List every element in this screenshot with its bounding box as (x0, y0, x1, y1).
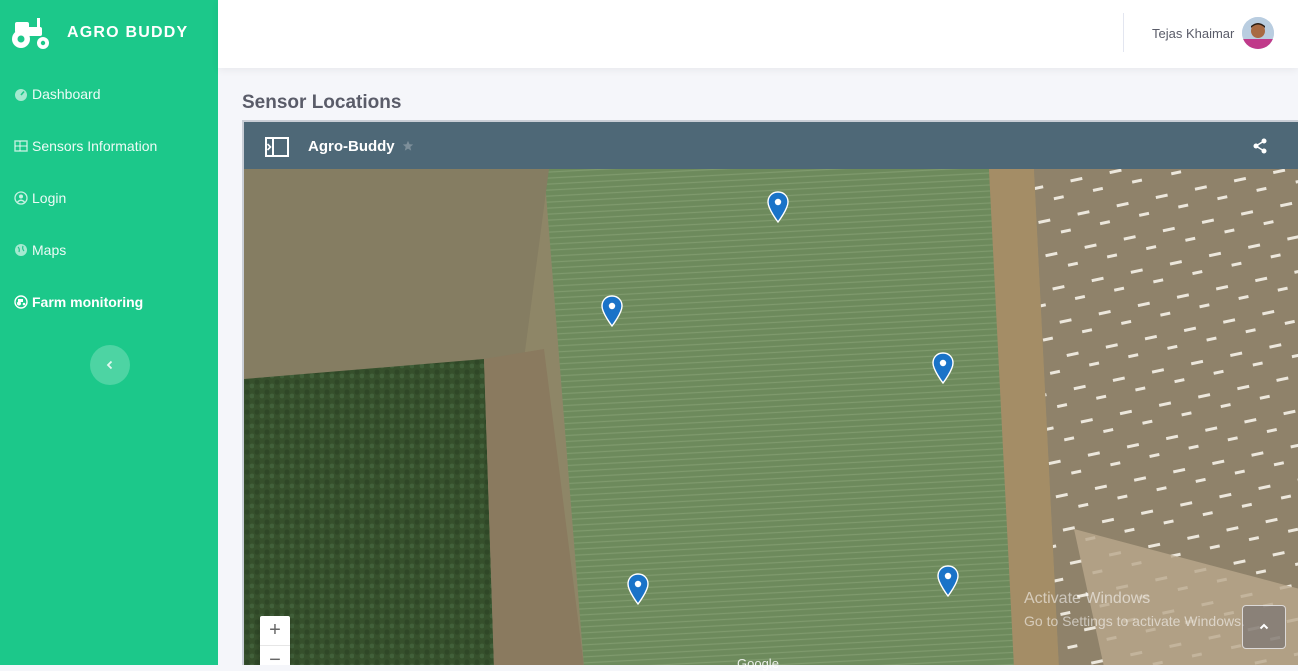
sidebar-item-login[interactable]: Login (14, 185, 66, 211)
sidebar: AGRO BUDDY Dashboard Sensors Information… (0, 0, 218, 665)
map-title: Agro-Buddy (308, 138, 395, 155)
brand[interactable]: AGRO BUDDY (0, 0, 218, 66)
sidebar-item-label: Farm monitoring (32, 294, 144, 310)
tractor-icon (12, 18, 49, 49)
share-icon[interactable] (1252, 138, 1268, 154)
sensor-marker-2[interactable] (601, 295, 623, 327)
zoom-control: + − (260, 616, 290, 665)
map-header: Agro-Buddy (244, 122, 1298, 169)
sidebar-item-label: Dashboard (32, 86, 101, 102)
google-attribution: Google (737, 656, 779, 671)
user-name[interactable]: Tejas Khaimar (1152, 26, 1234, 41)
topbar: Tejas Khaimar (218, 0, 1298, 68)
sidebar-item-farm-monitoring[interactable]: Farm monitoring (14, 289, 143, 315)
sensor-marker-5[interactable] (937, 565, 959, 597)
sidebar-item-sensors-information[interactable]: Sensors Information (14, 133, 157, 159)
user-avatar-image (1242, 17, 1274, 49)
tractor-mini-icon (14, 295, 28, 309)
globe-icon (15, 244, 27, 256)
gauge-icon (15, 89, 27, 101)
sidebar-toggle-button[interactable] (90, 345, 130, 385)
activate-windows-watermark: Activate Windows Go to Settings to activ… (1024, 588, 1245, 632)
user-circle-icon (14, 191, 28, 205)
chevron-up-icon (1259, 623, 1269, 630)
sidebar-item-maps[interactable]: Maps (14, 237, 66, 263)
brand-name: AGRO BUDDY (67, 24, 189, 41)
avatar[interactable] (1242, 17, 1274, 49)
scroll-to-top-button[interactable] (1242, 605, 1286, 649)
sensor-marker-3[interactable] (932, 352, 954, 384)
zoom-out-button[interactable]: − (260, 646, 290, 665)
table-icon (14, 140, 28, 152)
sidebar-item-dashboard[interactable]: Dashboard (14, 81, 101, 107)
sensor-marker-1[interactable] (767, 191, 789, 223)
sidebar-item-label: Sensors Information (32, 138, 158, 154)
zoom-in-button[interactable]: + (260, 616, 290, 646)
sidebar-panel-icon[interactable] (265, 137, 289, 157)
chevron-left-icon (106, 360, 113, 370)
star-icon[interactable] (402, 140, 414, 152)
topbar-divider (1123, 13, 1124, 52)
sensor-marker-4[interactable] (627, 573, 649, 605)
sidebar-item-label: Maps (32, 242, 67, 258)
watermark-subtitle: Go to Settings to activate Windows. (1024, 613, 1245, 629)
sidebar-item-label: Login (32, 190, 67, 206)
map-card: Agro-Buddy + − (242, 120, 1298, 665)
watermark-title: Activate Windows (1024, 590, 1151, 607)
page-title: Sensor Locations (242, 92, 402, 113)
